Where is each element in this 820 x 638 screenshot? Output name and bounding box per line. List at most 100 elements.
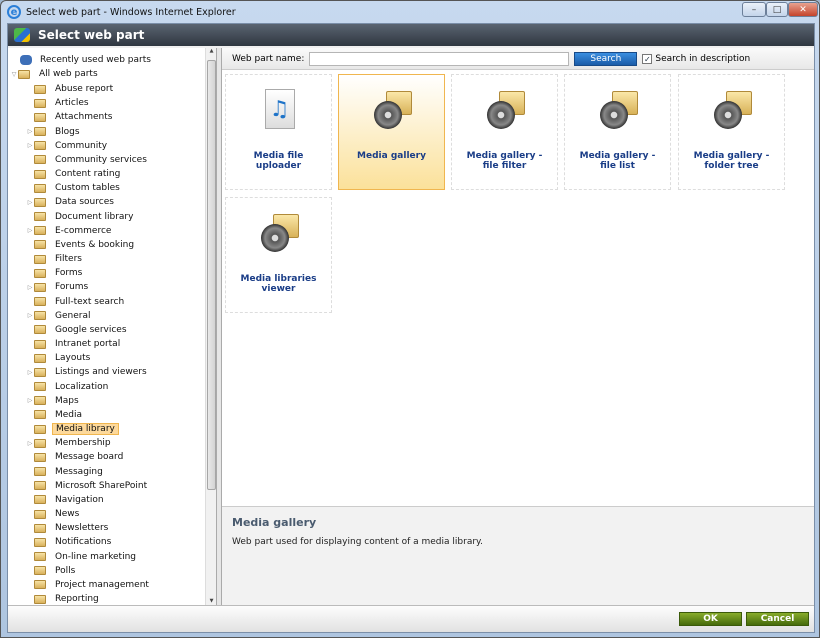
tree-item[interactable]: ▷ Community [26,139,110,153]
folder-icon [34,254,46,264]
tree-item[interactable]: ▷ Membership [26,436,114,450]
description-text: Web part used for displaying content of … [232,537,483,547]
description-panel: Media gallery Web part used for displayi… [222,506,814,605]
webpart-tile[interactable]: Media gallery - file list [564,74,671,190]
minimize-button[interactable]: – [742,2,766,17]
expand-arrow-icon[interactable]: ▷ [26,284,34,291]
folder-icon [34,240,46,250]
description-title: Media gallery [232,516,317,529]
tree-item[interactable]: Project management [26,578,152,592]
folder-icon [34,169,46,179]
tree-item[interactable]: Forms [26,266,85,280]
webpart-panel: Web part name: Search ✓ Search in descri… [222,48,814,605]
tree-item[interactable]: Messaging [26,465,106,479]
tree-item[interactable]: Localization [26,380,111,394]
tree-item[interactable]: Microsoft SharePoint [26,479,150,493]
scrollbar-thumb[interactable] [207,60,216,490]
tree-item[interactable]: ▷ Listings and viewers [26,365,150,379]
expand-arrow-icon[interactable]: ▷ [26,227,34,234]
dialog-title: Select web part [38,28,145,42]
tree-item[interactable]: ▷ General [26,309,93,323]
expand-arrow-icon[interactable]: ▷ [26,397,34,404]
webpart-tile[interactable]: Media gallery - file filter [451,74,558,190]
tree-item[interactable]: Community services [26,153,150,167]
tree-item[interactable]: Abuse report [26,82,116,96]
search-toolbar: Web part name: Search ✓ Search in descri… [222,48,814,70]
webpart-tile[interactable]: Media gallery [338,74,445,190]
expand-arrow-icon[interactable]: ▷ [26,199,34,206]
folder-icon [34,325,46,335]
folder-icon [18,69,30,79]
media-gallery-list-icon [596,89,640,133]
tree-item[interactable]: ▷ Maps [26,394,82,408]
folder-icon [34,396,46,406]
tree-item[interactable]: Intranet portal [26,337,123,351]
expand-arrow-icon[interactable]: ▷ [26,142,34,149]
tree-item[interactable]: ▷ Forums [26,280,91,294]
webpart-grid: ♫ Media file uploader Media gallery Media g… [222,74,814,504]
folder-icon [34,212,46,222]
tree-item[interactable]: Articles [26,96,92,110]
tree-item[interactable]: Navigation [26,493,107,507]
folder-icon [34,197,46,207]
tree-item[interactable]: Media [26,408,85,422]
tree-item[interactable]: Polls [26,564,78,578]
expand-arrow-icon[interactable]: ▷ [26,128,34,135]
folder-icon [34,282,46,292]
folder-icon [34,495,46,505]
media-libraries-viewer-icon [257,212,301,256]
tree-item[interactable]: ▷ E-commerce [26,224,114,238]
tree-item[interactable]: Reporting [26,592,102,605]
tree-item[interactable]: Layouts [26,351,93,365]
tree-item[interactable]: ▷ Blogs [26,125,83,139]
folder-icon [34,452,46,462]
tree-item[interactable]: Media library [26,422,119,436]
tree-item[interactable]: Custom tables [26,181,123,195]
tree-item[interactable]: News [26,507,82,521]
folder-icon [34,509,46,519]
tree-item[interactable]: Events & booking [26,238,137,252]
cancel-button[interactable]: Cancel [746,612,809,626]
expand-arrow-icon[interactable]: ▷ [26,440,34,447]
webpart-tile[interactable]: ♫ Media file uploader [225,74,332,190]
tree-item[interactable]: Full-text search [26,295,127,309]
tree-item[interactable]: Message board [26,450,126,464]
folder-icon [34,297,46,307]
webpart-tile[interactable]: Media gallery - folder tree [678,74,785,190]
folder-icon [34,98,46,108]
tree-item[interactable]: Google services [26,323,130,337]
folder-icon [34,410,46,420]
tree-item[interactable]: On-line marketing [26,550,139,564]
maximize-button[interactable]: □ [766,2,788,17]
collapse-arrow-icon[interactable]: ▽ [10,71,18,78]
close-button[interactable]: ✕ [788,2,818,17]
tree-item[interactable]: Content rating [26,167,123,181]
folder-icon [34,183,46,193]
tree-item[interactable]: Filters [26,252,85,266]
webpart-name-input[interactable] [309,51,570,66]
window-titlebar: e Select web part - Windows Internet Exp… [1,1,819,23]
browser-window: e Select web part - Windows Internet Exp… [0,0,820,638]
search-in-description-label: Search in description [655,53,751,64]
webpart-logo-icon [14,28,30,42]
tree-item-all[interactable]: ▽ All web parts [10,67,101,81]
tree-item[interactable]: Document library [26,210,136,224]
folder-icon [34,226,46,236]
tree-item[interactable]: Attachments [26,110,115,124]
tree-item-recent[interactable]: Recently used web parts [20,53,154,67]
media-gallery-filter-icon [483,89,527,133]
tree-item[interactable]: Newsletters [26,521,111,535]
folder-icon [34,424,46,434]
dialog-header: Select web part [8,24,814,46]
tree-item[interactable]: Notifications [26,535,114,549]
tree-scrollbar[interactable]: ▲ ▼ [205,48,216,605]
expand-arrow-icon[interactable]: ▷ [26,312,34,319]
search-in-description-checkbox[interactable]: ✓ [642,53,653,64]
folder-icon [34,268,46,278]
dialog-footer: OK Cancel [8,605,814,632]
ok-button[interactable]: OK [679,612,742,626]
webpart-tile[interactable]: Media libraries viewer [225,197,332,313]
expand-arrow-icon[interactable]: ▷ [26,369,34,376]
tree-item[interactable]: ▷ Data sources [26,195,117,209]
search-button[interactable]: Search [574,51,638,66]
